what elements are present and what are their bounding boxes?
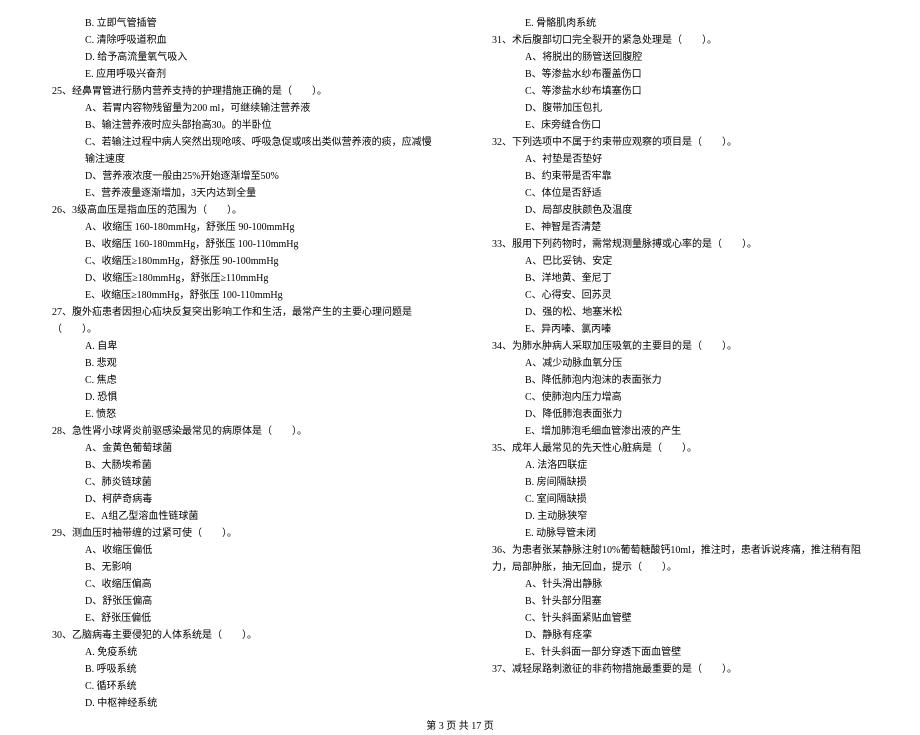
option: A、将脱出的肠管送回腹腔	[480, 49, 880, 66]
question-33: 33、服用下列药物时，需常规测量脉搏或心率的是（ ）。	[480, 236, 880, 253]
option: A、衬垫是否垫好	[480, 151, 880, 168]
option: C、心得安、回苏灵	[480, 287, 880, 304]
question-36: 36、为患者张某静脉注射10%葡萄糖酸钙10ml，推注时，患者诉说疼痛，推注稍有…	[480, 542, 880, 576]
question-34: 34、为肺水肿病人采取加压吸氧的主要目的是（ ）。	[480, 338, 880, 355]
option: E、收缩压≥180mmHg，舒张压 100-110mmHg	[40, 287, 440, 304]
question-27: 27、腹外疝患者因担心疝块反复突出影响工作和生活，最常产生的主要心理问题是（ ）…	[40, 304, 440, 338]
option: C、等渗盐水纱布填塞伤口	[480, 83, 880, 100]
option: C. 焦虑	[40, 372, 440, 389]
question-32: 32、下列选项中不属于约束带应观察的项目是（ ）。	[480, 134, 880, 151]
option: A、收缩压 160-180mmHg，舒张压 90-100mmHg	[40, 219, 440, 236]
option: A、若胃内容物残留量为200 ml，可继续输注营养液	[40, 100, 440, 117]
option: C、针头斜面紧贴血管壁	[480, 610, 880, 627]
option: A、减少动脉血氧分压	[480, 355, 880, 372]
option: A、金黄色葡萄球菌	[40, 440, 440, 457]
option: A. 自卑	[40, 338, 440, 355]
question-35: 35、成年人最常见的先天性心脏病是（ ）。	[480, 440, 880, 457]
option: A、收缩压偏低	[40, 542, 440, 559]
option: A. 免疫系统	[40, 644, 440, 661]
option: A、针头滑出静脉	[480, 576, 880, 593]
option: C、若输注过程中病人突然出现呛咳、呼吸急促或咳出类似营养液的痰，应减慢输注速度	[40, 134, 440, 168]
option: D. 主动脉狭窄	[480, 508, 880, 525]
option: E、异丙嗪、氯丙嗪	[480, 321, 880, 338]
right-column: E. 骨骼肌肉系统 31、术后腹部切口完全裂开的紧急处理是（ ）。 A、将脱出的…	[480, 15, 880, 712]
left-column: B. 立即气管插管 C. 清除呼吸道积血 D. 给予高流量氧气吸入 E. 应用呼…	[40, 15, 440, 712]
option: B、等渗盐水纱布覆盖伤口	[480, 66, 880, 83]
option: D、营养液浓度一般由25%开始逐渐增至50%	[40, 168, 440, 185]
option: D、柯萨奇病毒	[40, 491, 440, 508]
question-25: 25、经鼻胃管进行肠内营养支持的护理措施正确的是（ ）。	[40, 83, 440, 100]
option: C、使肺泡内压力增高	[480, 389, 880, 406]
option: B. 立即气管插管	[40, 15, 440, 32]
option: E、床旁缝合伤口	[480, 117, 880, 134]
two-column-layout: B. 立即气管插管 C. 清除呼吸道积血 D. 给予高流量氧气吸入 E. 应用呼…	[40, 15, 880, 712]
option: C. 循环系统	[40, 678, 440, 695]
option: E、营养液量逐渐增加，3天内达到全量	[40, 185, 440, 202]
question-30: 30、乙脑病毒主要侵犯的人体系统是（ ）。	[40, 627, 440, 644]
question-26: 26、3级高血压是指血压的范围为（ ）。	[40, 202, 440, 219]
option: B、收缩压 160-180mmHg，舒张压 100-110mmHg	[40, 236, 440, 253]
page-footer: 第 3 页 共 17 页	[40, 712, 880, 735]
option: C、收缩压≥180mmHg，舒张压 90-100mmHg	[40, 253, 440, 270]
option: B、大肠埃希菌	[40, 457, 440, 474]
option: A. 法洛四联症	[480, 457, 880, 474]
option: E、神智是否清楚	[480, 219, 880, 236]
option: D. 给予高流量氧气吸入	[40, 49, 440, 66]
option: B. 悲观	[40, 355, 440, 372]
question-37: 37、减轻尿路刺激征的非药物措施最重要的是（ ）。	[480, 661, 880, 678]
option: E、舒张压偏低	[40, 610, 440, 627]
option: D、腹带加压包扎	[480, 100, 880, 117]
option: C. 清除呼吸道积血	[40, 32, 440, 49]
option: D、舒张压偏高	[40, 593, 440, 610]
option: E、A组乙型溶血性链球菌	[40, 508, 440, 525]
option: D、强的松、地塞米松	[480, 304, 880, 321]
option: B、输注营养液时应头部抬高30。的半卧位	[40, 117, 440, 134]
option: E. 动脉导管未闭	[480, 525, 880, 542]
option: B、无影响	[40, 559, 440, 576]
option: E. 应用呼吸兴奋剂	[40, 66, 440, 83]
option: D. 恐惧	[40, 389, 440, 406]
option: D、静脉有痉挛	[480, 627, 880, 644]
option: B、约束带是否牢靠	[480, 168, 880, 185]
option: D. 中枢神经系统	[40, 695, 440, 712]
option: D、降低肺泡表面张力	[480, 406, 880, 423]
option: E、增加肺泡毛细血管渗出液的产生	[480, 423, 880, 440]
option: C、肺炎链球菌	[40, 474, 440, 491]
option: E. 骨骼肌肉系统	[480, 15, 880, 32]
question-29: 29、测血压时袖带缠的过紧可使（ ）。	[40, 525, 440, 542]
option: B. 房间隔缺损	[480, 474, 880, 491]
option: B、针头部分阻塞	[480, 593, 880, 610]
option: D、局部皮肤颜色及温度	[480, 202, 880, 219]
option: A、巴比妥钠、安定	[480, 253, 880, 270]
question-31: 31、术后腹部切口完全裂开的紧急处理是（ ）。	[480, 32, 880, 49]
option: B、洋地黄、奎尼丁	[480, 270, 880, 287]
option: E、针头斜面一部分穿透下面血管壁	[480, 644, 880, 661]
option: B、降低肺泡内泡沫的表面张力	[480, 372, 880, 389]
option: C. 室间隔缺损	[480, 491, 880, 508]
option: E. 愤怒	[40, 406, 440, 423]
question-28: 28、急性肾小球肾炎前驱感染最常见的病原体是（ ）。	[40, 423, 440, 440]
option: C、收缩压偏高	[40, 576, 440, 593]
option: D、收缩压≥180mmHg，舒张压≥110mmHg	[40, 270, 440, 287]
option: C、体位是否舒适	[480, 185, 880, 202]
option: B. 呼吸系统	[40, 661, 440, 678]
